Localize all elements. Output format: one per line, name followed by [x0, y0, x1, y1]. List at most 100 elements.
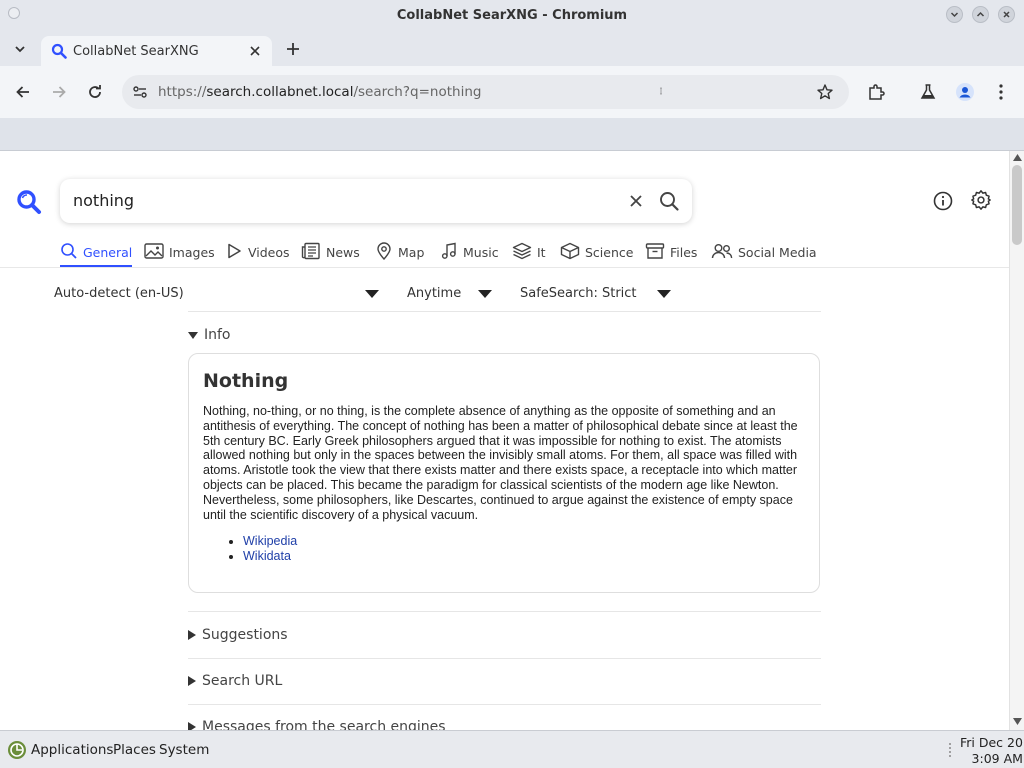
- scroll-up-arrow-icon[interactable]: [1013, 154, 1022, 161]
- page-scrollbar[interactable]: [1009, 151, 1024, 730]
- category-files[interactable]: Files: [645, 241, 697, 269]
- close-window-button[interactable]: [998, 6, 1015, 23]
- info-toggle[interactable]: Info: [188, 327, 231, 343]
- suggestions-toggle[interactable]: Suggestions: [188, 627, 288, 643]
- site-settings-icon[interactable]: [132, 84, 148, 100]
- language-select[interactable]: Auto-detect (en-US): [54, 286, 184, 301]
- time-range-select[interactable]: Anytime: [407, 286, 461, 301]
- minimize-button[interactable]: [946, 6, 963, 23]
- people-icon: [711, 244, 733, 259]
- profile-avatar-icon: [956, 83, 974, 101]
- clock-time: 3:09 AM: [971, 751, 1023, 766]
- collapsed-triangle-icon: [188, 676, 196, 686]
- search-filters: Auto-detect (en-US) Anytime SafeSearch: …: [0, 281, 1009, 311]
- engine-messages-toggle[interactable]: Messages from the search engines: [188, 719, 446, 730]
- category-divider: [0, 267, 1009, 268]
- chevron-down-icon[interactable]: [657, 290, 671, 299]
- list-item: Wikidata: [243, 549, 297, 564]
- section-divider: [188, 658, 821, 659]
- desktop-taskbar: Applications Places System Fri Dec 20 3:…: [0, 730, 1024, 768]
- search-submit-icon[interactable]: [658, 190, 680, 212]
- back-button[interactable]: [13, 82, 33, 102]
- list-item: Wikipedia: [243, 534, 297, 549]
- clock[interactable]: Fri Dec 20 3:09 AM: [960, 735, 1023, 767]
- chevron-down-icon[interactable]: [365, 290, 379, 299]
- category-label: It: [537, 245, 546, 260]
- search-box: nothing: [60, 179, 692, 223]
- puzzle-icon: [869, 84, 885, 100]
- address-bar[interactable]: https://search.collabnet.local/search?q=…: [122, 75, 849, 109]
- bookmark-star-icon[interactable]: [816, 83, 834, 101]
- scroll-down-arrow-icon[interactable]: [1013, 718, 1022, 725]
- browser-tab[interactable]: CollabNet SearXNG: [41, 36, 272, 66]
- preferences-gear-icon[interactable]: [970, 189, 992, 211]
- collapsed-triangle-icon: [188, 722, 196, 730]
- category-label: Files: [670, 245, 698, 260]
- wikidata-link[interactable]: Wikidata: [243, 549, 291, 563]
- chevron-up-icon: [976, 11, 985, 17]
- infobox: Nothing Nothing, no-thing, or no thing, …: [188, 353, 820, 593]
- image-icon: [144, 243, 164, 259]
- arrow-left-icon: [16, 86, 29, 98]
- searxng-favicon-icon: [51, 43, 67, 59]
- distro-logo-icon[interactable]: [7, 740, 27, 760]
- browser-toolbar: https://search.collabnet.local/search?q=…: [0, 66, 1024, 118]
- search-input[interactable]: nothing: [73, 191, 134, 210]
- category-label: Music: [463, 245, 499, 260]
- wikipedia-link[interactable]: Wikipedia: [243, 534, 297, 548]
- scrollbar-thumb[interactable]: [1012, 165, 1022, 245]
- search-icon: [61, 243, 77, 259]
- section-divider: [188, 611, 821, 612]
- system-menu[interactable]: System: [159, 742, 209, 758]
- category-videos[interactable]: Videos: [225, 241, 290, 269]
- map-pin-icon: [377, 242, 391, 260]
- profile-button[interactable]: [955, 82, 975, 102]
- category-general[interactable]: General: [60, 241, 133, 268]
- category-label: Images: [169, 245, 215, 260]
- url-host: search.collabnet.local: [206, 84, 354, 100]
- collapsed-triangle-icon: [188, 630, 196, 640]
- applications-menu[interactable]: Applications: [31, 742, 113, 758]
- close-tab-icon[interactable]: [248, 44, 262, 58]
- tab-search-dropdown-icon[interactable]: [10, 41, 30, 57]
- archive-icon: [645, 243, 665, 259]
- chevron-down-icon: [950, 12, 959, 18]
- filters-divider: [188, 311, 821, 312]
- window-title: CollabNet SearXNG - Chromium: [396, 8, 628, 23]
- category-label: Social Media: [738, 245, 817, 260]
- category-it[interactable]: It: [512, 241, 546, 269]
- new-tab-icon[interactable]: [284, 40, 302, 58]
- url-text[interactable]: https://search.collabnet.local/search?q=…: [158, 84, 481, 100]
- forward-button[interactable]: [49, 82, 69, 102]
- category-music[interactable]: Music: [440, 241, 499, 269]
- suggestions-label: Suggestions: [202, 627, 288, 643]
- category-science[interactable]: Science: [560, 241, 633, 269]
- extensions-button[interactable]: [866, 82, 886, 102]
- category-social-media[interactable]: Social Media: [711, 241, 817, 269]
- maximize-button[interactable]: [972, 6, 989, 23]
- category-label: Videos: [248, 245, 290, 260]
- clock-date: Fri Dec 20: [960, 735, 1023, 750]
- close-icon: [1003, 11, 1010, 18]
- labs-button[interactable]: [918, 82, 938, 102]
- toolbar-spacer: [0, 118, 1024, 151]
- category-news[interactable]: News: [301, 241, 360, 269]
- clear-search-icon[interactable]: [626, 191, 646, 211]
- searxng-logo-icon[interactable]: [16, 189, 42, 215]
- layers-icon: [512, 242, 532, 260]
- panel-grip-icon: [949, 743, 951, 757]
- reload-button[interactable]: [85, 82, 105, 102]
- expanded-triangle-icon: [188, 331, 198, 339]
- music-note-icon: [441, 242, 456, 259]
- about-info-icon[interactable]: [932, 190, 954, 212]
- chevron-down-icon[interactable]: [478, 290, 492, 299]
- cube-icon: [560, 242, 580, 260]
- safesearch-select[interactable]: SafeSearch: Strict: [520, 286, 637, 301]
- places-menu[interactable]: Places: [113, 742, 156, 758]
- search-url-toggle[interactable]: Search URL: [188, 673, 282, 689]
- category-map[interactable]: Map: [375, 241, 424, 269]
- category-images[interactable]: Images: [144, 241, 215, 269]
- browser-menu-button[interactable]: [991, 82, 1011, 102]
- tab-title: CollabNet SearXNG: [73, 44, 199, 59]
- category-label: General: [83, 245, 133, 260]
